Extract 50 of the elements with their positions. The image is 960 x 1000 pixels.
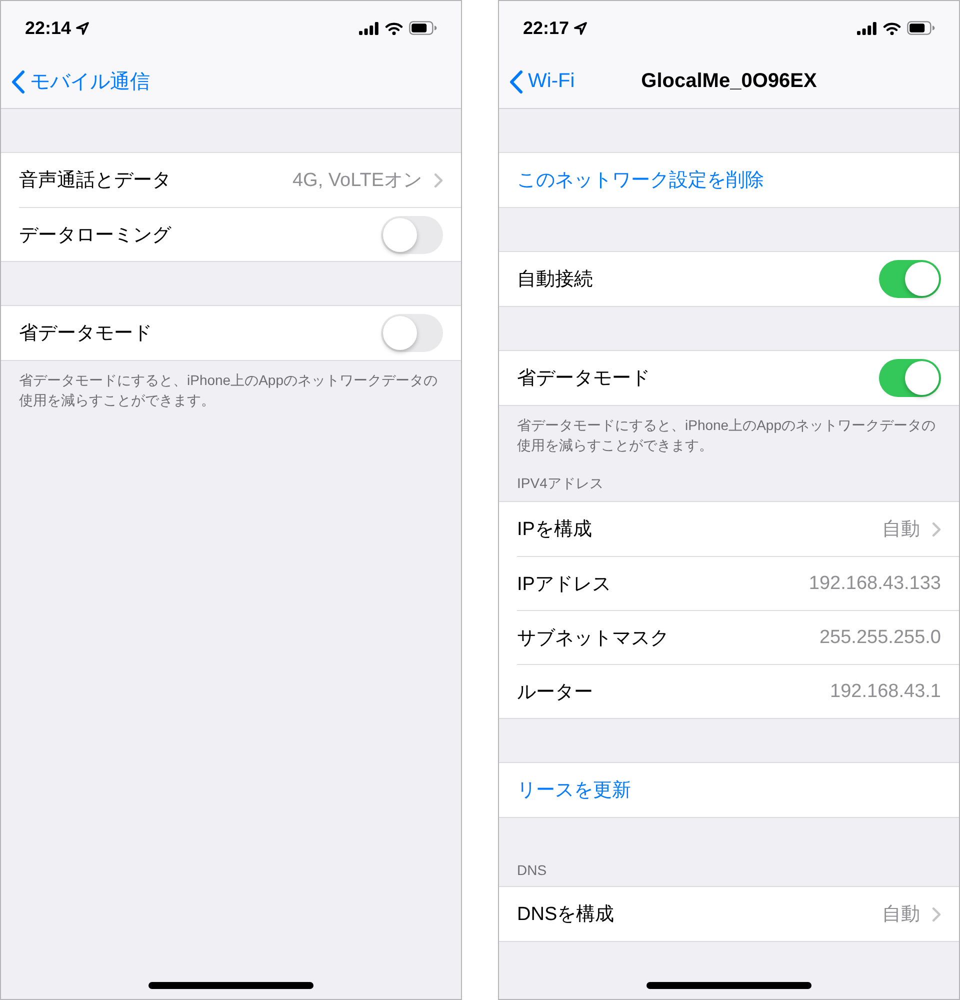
battery-icon <box>409 21 437 35</box>
signal-icon <box>359 22 379 34</box>
row-label: IPアドレス <box>517 572 612 596</box>
row-value: 4G, VoLTEオン <box>292 169 422 193</box>
row-label: 省データモード <box>517 367 651 391</box>
battery-icon <box>907 21 935 35</box>
toggle-switch[interactable] <box>381 216 443 254</box>
row-value: 192.168.43.133 <box>808 572 941 594</box>
action-label: このネットワーク設定を削除 <box>517 169 765 193</box>
toggle-switch[interactable] <box>879 359 941 397</box>
settings-row[interactable]: IPアドレス 192.168.43.133 <box>517 556 959 610</box>
action-label: リースを更新 <box>517 779 632 803</box>
wifi-icon <box>883 22 901 34</box>
back-button[interactable]: モバイル通信 <box>1 68 150 95</box>
chevron-right-icon <box>434 172 443 188</box>
section-footer: 省データモードにすると、iPhone上のAppのネットワークデータの使用を減らすことができます。 <box>1 361 461 422</box>
row-value: 255.255.255.0 <box>819 626 941 648</box>
chevron-left-icon <box>11 70 25 94</box>
settings-row[interactable]: サブネットマスク 255.255.255.0 <box>517 610 959 664</box>
row-label: 自動接続 <box>517 268 594 292</box>
section-header: DNS <box>516 861 548 880</box>
row-label: 音声通話とデータ <box>19 169 172 193</box>
status-time: 22:14 <box>25 18 72 38</box>
signal-icon <box>857 22 877 34</box>
row-label: データローミング <box>19 224 172 248</box>
row-value: 自動 <box>882 903 920 927</box>
toggle-switch[interactable] <box>879 260 941 298</box>
row-label: IPを構成 <box>517 518 593 542</box>
row-label: 省データモード <box>19 322 153 346</box>
location-arrow-icon <box>574 22 588 34</box>
settings-row[interactable]: データローミング <box>19 207 461 261</box>
screen-title: GlocalMe_0O96EX <box>641 70 817 93</box>
back-button[interactable]: Wi-Fi <box>499 70 575 94</box>
chevron-right-icon <box>932 906 941 922</box>
row-value: 192.168.43.1 <box>830 680 941 702</box>
wifi-icon <box>385 22 403 34</box>
section-footer: 省データモードにすると、iPhone上のAppのネットワークデータの使用を減らすことができます。 <box>499 406 959 467</box>
row-label: サブネットマスク <box>517 626 670 650</box>
settings-row[interactable]: IPを構成 自動 <box>517 502 959 556</box>
location-arrow-icon <box>76 22 90 34</box>
chevron-right-icon <box>932 522 941 536</box>
toggle-switch[interactable] <box>381 314 443 352</box>
status-time: 22:17 <box>523 18 570 38</box>
row-label: DNSを構成 <box>517 903 616 927</box>
section-header: IPV4アドレス <box>516 474 604 493</box>
row-label: ルーター <box>517 680 594 704</box>
settings-row[interactable]: ルーター 192.168.43.1 <box>517 664 959 718</box>
row-value: 自動 <box>882 518 920 542</box>
settings-row[interactable]: 音声通話とデータ 4G, VoLTEオン <box>19 153 461 207</box>
chevron-left-icon <box>509 70 523 94</box>
